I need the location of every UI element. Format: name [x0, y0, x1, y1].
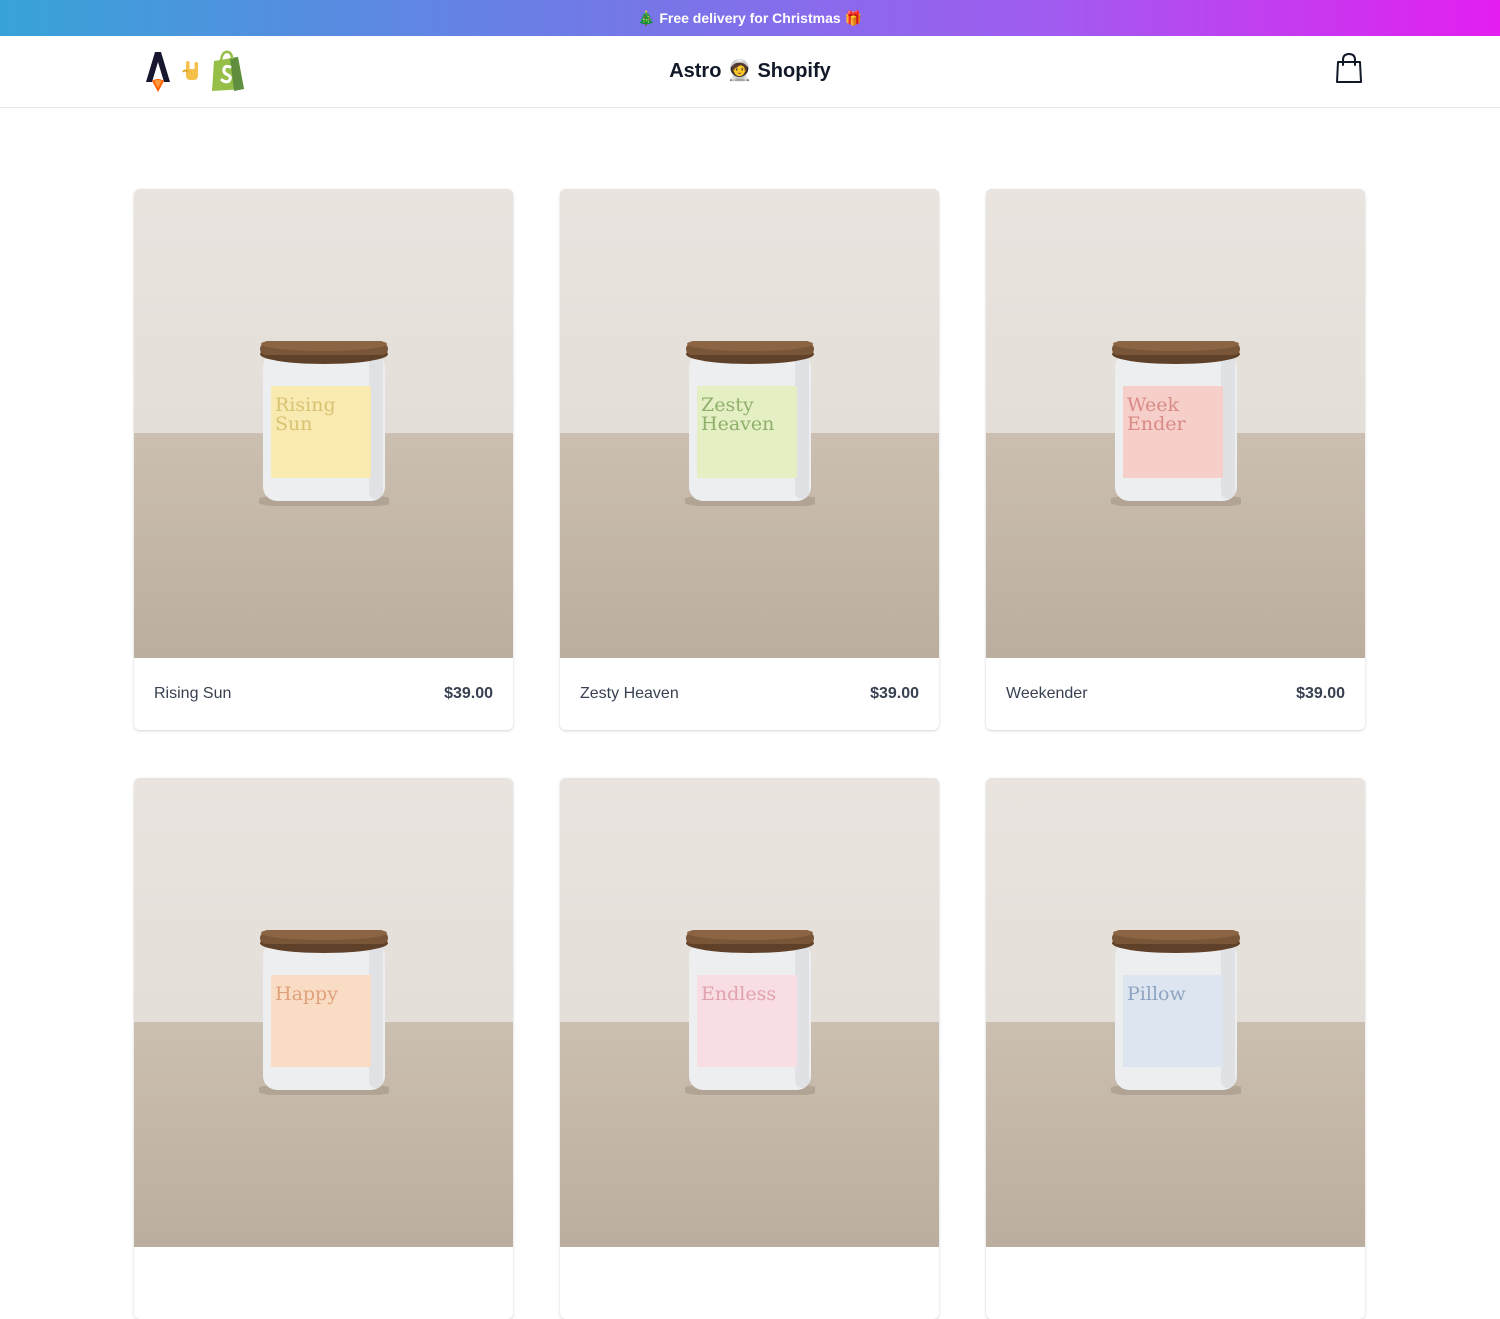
candle-label-text: Pillow: [1127, 983, 1186, 1005]
product-grid: Rising Sun Rising Sun $39.00 Zesty Heave…: [134, 189, 1366, 1319]
product-name: Rising Sun: [154, 685, 232, 702]
candle-jar-image: Pillow: [1111, 930, 1241, 1095]
product-card[interactable]: Endless: [560, 778, 939, 1319]
product-info: Zesty Heaven $39.00: [560, 658, 939, 730]
candle-jar-image: Endless: [685, 930, 815, 1095]
product-info: [986, 1247, 1365, 1319]
product-image: Happy: [134, 778, 513, 1247]
candle-jar-image: Week Ender: [1111, 341, 1241, 506]
candle-jar-image: Rising Sun: [259, 341, 389, 506]
product-name: Weekender: [1006, 685, 1088, 702]
product-image: Endless: [560, 778, 939, 1247]
site-header: Astro 🧑‍🚀 Shopify: [0, 36, 1500, 108]
product-card[interactable]: Zesty Heaven Zesty Heaven $39.00: [560, 189, 939, 730]
candle-label-text: Sun: [275, 413, 313, 435]
product-card[interactable]: Happy: [134, 778, 513, 1319]
product-info: [134, 1247, 513, 1319]
product-price: $39.00: [870, 685, 919, 702]
product-name: Zesty Heaven: [580, 685, 679, 702]
promo-text: Free delivery for Christmas: [659, 10, 841, 26]
product-card[interactable]: Week Ender Weekender $39.00: [986, 189, 1365, 730]
site-title: Astro 🧑‍🚀 Shopify: [669, 60, 831, 82]
product-price: $39.00: [1296, 685, 1345, 702]
product-info: [560, 1247, 939, 1319]
candle-label-text: Endless: [701, 983, 776, 1005]
product-image: Week Ender: [986, 189, 1365, 658]
product-price: $39.00: [444, 685, 493, 702]
product-image: Pillow: [986, 778, 1365, 1247]
product-image: Rising Sun: [134, 189, 513, 658]
candle-label-text: Ender: [1127, 413, 1187, 435]
candle-label-text: Happy: [275, 983, 338, 1005]
product-image: Zesty Heaven: [560, 189, 939, 658]
candle-jar-image: Zesty Heaven: [685, 341, 815, 506]
candle-jar-image: Happy: [259, 930, 389, 1095]
cart-button[interactable]: [1334, 52, 1366, 86]
product-info: Rising Sun $39.00: [134, 658, 513, 730]
promo-banner: 🎄 Free delivery for Christmas 🎁: [0, 0, 1500, 36]
gift-icon: 🎁: [844, 9, 863, 26]
candle-label-text: Heaven: [701, 413, 774, 435]
product-card[interactable]: Rising Sun Rising Sun $39.00: [134, 189, 513, 730]
product-info: Weekender $39.00: [986, 658, 1365, 730]
shopping-bag-icon: [1336, 52, 1362, 83]
christmas-tree-icon: 🎄: [637, 9, 656, 26]
product-card[interactable]: Pillow: [986, 778, 1365, 1319]
